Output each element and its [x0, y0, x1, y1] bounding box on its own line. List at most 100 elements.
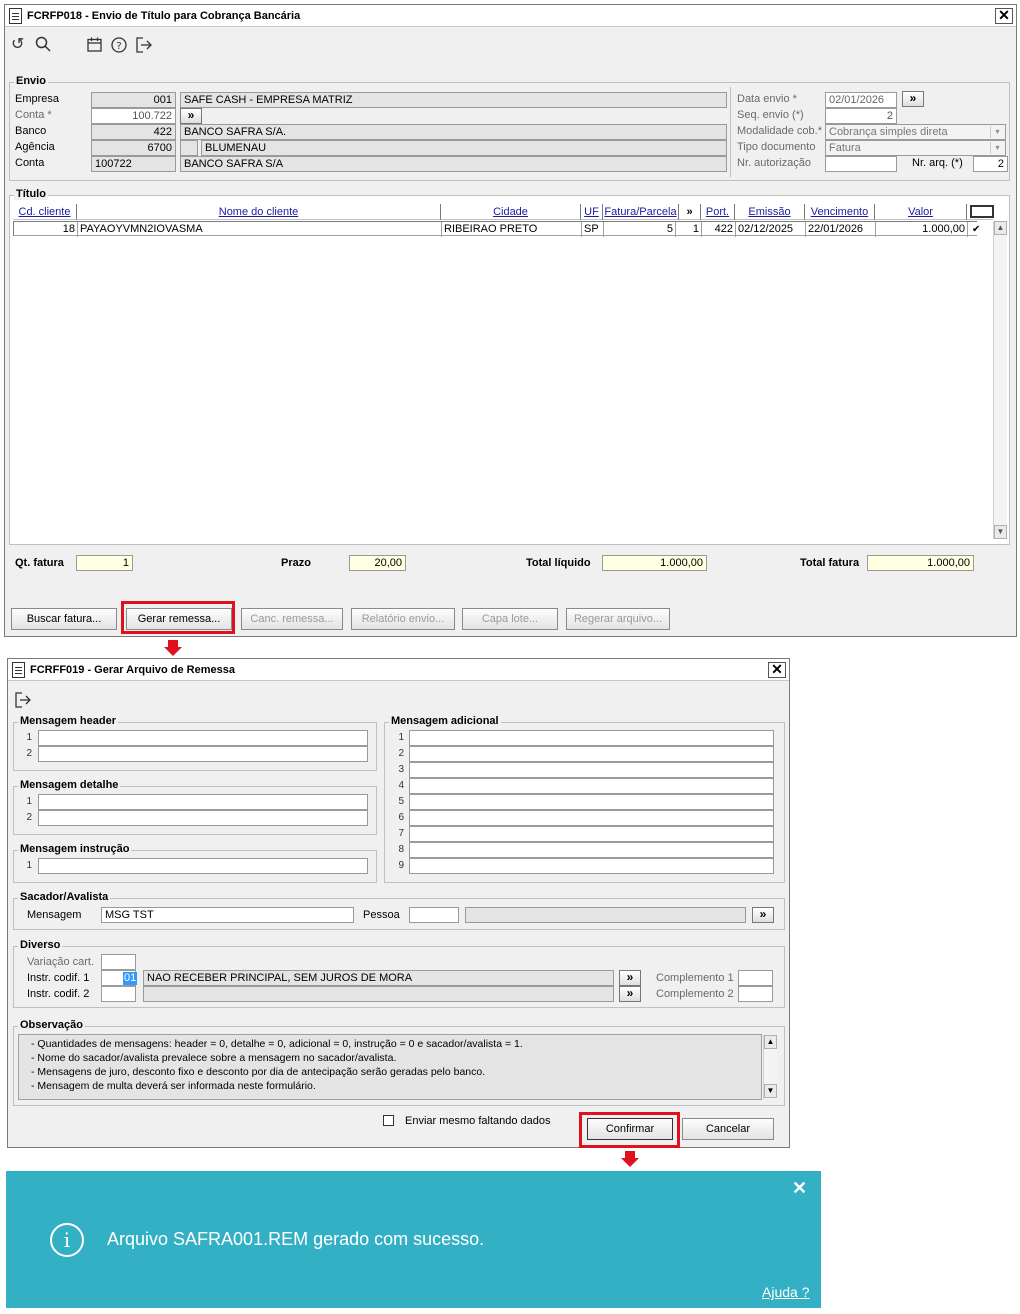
col-more[interactable]: »	[679, 204, 701, 220]
agencia-code: 6700	[91, 140, 176, 156]
line-number: 2	[26, 748, 32, 759]
col-cd-cliente[interactable]: Cd. cliente	[13, 204, 77, 220]
adicional-line-8-input[interactable]	[409, 842, 774, 858]
exit-icon[interactable]	[15, 692, 32, 713]
observacao-line: - Quantidades de mensagens: header = 0, …	[31, 1038, 523, 1050]
empresa-label: Empresa	[15, 93, 60, 105]
col-vencimento[interactable]: Vencimento	[805, 204, 875, 220]
calendar-icon[interactable]	[87, 37, 102, 57]
seq-envio-input[interactable]: 2	[825, 108, 897, 124]
col-port[interactable]: Port.	[701, 204, 735, 220]
remessa-dialog-titlebar: FCRFF019 - Gerar Arquivo de Remessa ✕	[8, 659, 789, 681]
regerar-arquivo-button[interactable]: Regerar arquivo...	[566, 608, 670, 630]
line-number: 3	[398, 764, 404, 775]
adicional-line-3-input[interactable]	[409, 762, 774, 778]
scroll-down-icon[interactable]: ▼	[994, 525, 1007, 539]
exit-icon[interactable]	[136, 37, 153, 58]
instr1-code-selected: 01	[123, 972, 138, 985]
adicional-line-9-input[interactable]	[409, 858, 774, 874]
col-valor[interactable]: Valor	[875, 204, 967, 220]
chevron-down-icon[interactable]: ▾	[990, 142, 1004, 154]
data-envio-label: Data envio *	[737, 93, 797, 105]
close-button[interactable]: ✕	[768, 662, 786, 678]
help-link[interactable]: Ajuda ?	[762, 1284, 809, 1300]
enviar-mesmo-label: Enviar mesmo faltando dados	[405, 1115, 551, 1127]
complemento1-input[interactable]	[738, 970, 773, 986]
header-line-2-input[interactable]	[38, 746, 368, 762]
adicional-line-2-input[interactable]	[409, 746, 774, 762]
conta-label: Conta *	[15, 109, 52, 121]
adicional-line-1-input[interactable]	[409, 730, 774, 746]
scroll-up-icon[interactable]: ▲	[994, 221, 1007, 235]
adicional-line-7-input[interactable]	[409, 826, 774, 842]
instr2-label: Instr. codif. 2	[27, 988, 90, 1000]
instrucao-line-1-input[interactable]	[38, 858, 368, 874]
header-line-1-input[interactable]	[38, 730, 368, 746]
mensagem-detalhe-legend: Mensagem detalhe	[18, 779, 121, 791]
relatorio-envio-button[interactable]: Relatório envio...	[351, 608, 455, 630]
conta2-name: BANCO SAFRA S/A	[180, 156, 727, 172]
tipo-doc-select[interactable]: Fatura	[825, 140, 1006, 156]
instr1-lookup-button[interactable]: »	[619, 970, 641, 986]
capa-lote-button[interactable]: Capa lote...	[462, 608, 558, 630]
detalhe-line-1-input[interactable]	[38, 794, 368, 810]
line-number: 7	[398, 828, 404, 839]
col-cidade[interactable]: Cidade	[441, 204, 581, 220]
canc-remessa-button[interactable]: Canc. remessa...	[241, 608, 343, 630]
variacao-cart-input[interactable]	[101, 954, 136, 970]
prazo-value: 20,00	[349, 555, 406, 571]
cell-uf: SP	[582, 222, 604, 237]
undo-icon[interactable]: ↺	[11, 36, 24, 54]
line-number: 2	[398, 748, 404, 759]
line-number: 9	[398, 860, 404, 871]
svg-text:?: ?	[116, 41, 121, 52]
conta-lookup-button[interactable]: »	[180, 108, 202, 124]
enviar-mesmo-checkbox[interactable]	[383, 1115, 394, 1126]
help-icon[interactable]: ?	[111, 37, 127, 58]
total-liquido-label: Total líquido	[526, 557, 591, 569]
adicional-line-5-input[interactable]	[409, 794, 774, 810]
qt-fatura-label: Qt. fatura	[15, 557, 64, 569]
modalidade-label: Modalidade cob.*	[737, 125, 823, 137]
scroll-down-icon[interactable]: ▼	[764, 1084, 777, 1098]
banco-code: 422	[91, 124, 176, 140]
row-checkbox[interactable]: ✔	[970, 222, 984, 237]
line-number: 1	[26, 732, 32, 743]
sacador-mensagem-input[interactable]: MSG TST	[101, 907, 354, 923]
search-icon[interactable]	[35, 36, 51, 57]
nr-autorizacao-label: Nr. autorização	[737, 157, 811, 169]
grid-scrollbar[interactable]: ▲ ▼	[993, 221, 1007, 539]
col-emissao[interactable]: Emissão	[735, 204, 805, 220]
instr2-lookup-button[interactable]: »	[619, 986, 641, 1002]
data-envio-button[interactable]: »	[902, 91, 924, 107]
nr-arq-input[interactable]: 2	[973, 156, 1008, 172]
col-uf[interactable]: UF	[581, 204, 603, 220]
pessoa-label: Pessoa	[363, 909, 400, 921]
adicional-line-6-input[interactable]	[409, 810, 774, 826]
complemento2-input[interactable]	[738, 986, 773, 1002]
pessoa-input[interactable]	[409, 907, 459, 923]
close-button[interactable]: ✕	[995, 8, 1013, 24]
instr2-input[interactable]	[101, 986, 136, 1002]
pessoa-lookup-button[interactable]: »	[752, 907, 774, 923]
detalhe-line-2-input[interactable]	[38, 810, 368, 826]
observacao-scrollbar[interactable]: ▲ ▼	[763, 1035, 777, 1099]
chevron-down-icon[interactable]: ▾	[990, 126, 1004, 138]
line-number: 4	[398, 780, 404, 791]
conta-input[interactable]: 100.722	[91, 108, 176, 124]
table-row[interactable]: 18 PAYAOYVMN2IOVASMA RIBEIRAO PRETO SP 5…	[13, 221, 980, 237]
select-all-checkbox[interactable]	[970, 205, 994, 218]
remessa-dialog: FCRFF019 - Gerar Arquivo de Remessa ✕ Me…	[7, 658, 790, 1148]
col-nome-cliente[interactable]: Nome do cliente	[77, 204, 441, 220]
close-icon[interactable]: ✕	[792, 1178, 807, 1199]
scroll-up-icon[interactable]: ▲	[764, 1035, 777, 1049]
col-fatura-parcela[interactable]: Fatura/Parcela	[603, 204, 679, 220]
data-envio-input[interactable]: 02/01/2026	[825, 92, 897, 108]
nr-autorizacao-input[interactable]	[825, 156, 897, 172]
buscar-fatura-button[interactable]: Buscar fatura...	[11, 608, 117, 630]
cell-cd: 18	[14, 222, 78, 237]
observacao-text: - Quantidades de mensagens: header = 0, …	[18, 1034, 762, 1100]
adicional-line-4-input[interactable]	[409, 778, 774, 794]
modalidade-select[interactable]: Cobrança simples direta	[825, 124, 1006, 140]
cancelar-button[interactable]: Cancelar	[682, 1118, 774, 1140]
